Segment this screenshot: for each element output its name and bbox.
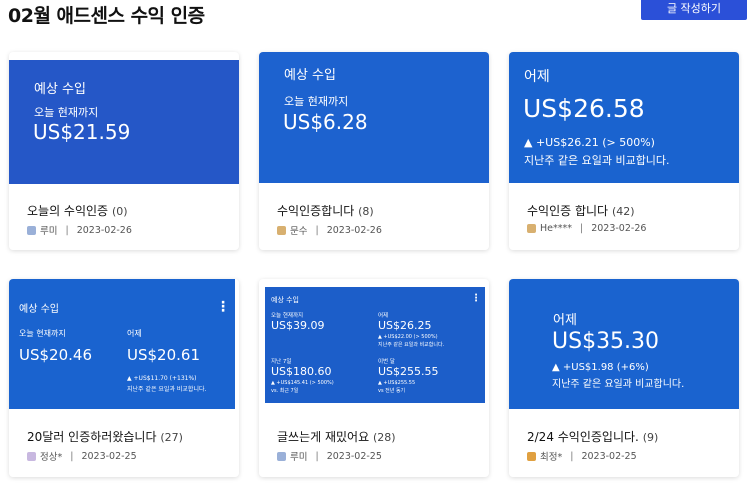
thumb-label: 예상 수입 — [19, 304, 59, 315]
post-date: 2023-02-25 — [581, 450, 637, 462]
author-avatar-icon — [527, 451, 536, 461]
comment-count: (42) — [611, 205, 635, 218]
post-thumbnail[interactable]: 예상 수입 오늘 현재까지 US$6.28 — [259, 52, 489, 183]
thumb-right-amount: US$20.61 — [127, 346, 200, 364]
thumb-q4-period: 이번 달 — [378, 359, 395, 365]
post-title-text: 수익인증합니다 — [277, 204, 355, 218]
thumb-q1-period: 오늘 현재까지 — [271, 313, 304, 319]
post-thumbnail[interactable]: 어제 US$26.58 ▲ +US$26.21 (> 500%) 지난주 같은 … — [509, 52, 739, 183]
thumb-change: ▲ +US$1.98 (+6%) — [552, 362, 649, 373]
post-meta: 정상* | 2023-02-25 — [27, 449, 137, 463]
post-date: 2023-02-25 — [326, 450, 382, 462]
comment-count: (0) — [111, 205, 128, 218]
post-thumbnail[interactable]: 예상 수입 오늘 현재까지 US$21.59 — [9, 60, 239, 184]
thumb-compare: 지난주 같은 요일과 비교합니다. — [552, 379, 685, 390]
author-avatar-icon — [277, 451, 286, 461]
thumb-q1-amount: US$39.09 — [271, 319, 325, 332]
post-meta: He**** | 2023-02-26 — [527, 223, 646, 234]
author-name: 최정* — [540, 452, 563, 463]
thumb-q4-compare: vs 전년 동기 — [378, 388, 406, 394]
thumb-amount: US$26.58 — [523, 94, 645, 123]
thumb-amount: US$35.30 — [552, 329, 660, 354]
thumb-right-compare: 지난주 같은 요일과 비교합니다. — [127, 386, 207, 393]
comment-count: (8) — [358, 205, 374, 218]
thumb-q2-change: ▲ +US$22.00 (> 500%) — [378, 334, 438, 340]
thumb-compare: 지난주 같은 요일과 비교합니다. — [524, 154, 670, 167]
post-thumbnail[interactable]: 예상 수입 ⋮ 오늘 현재까지 US$39.09 어제 US$26.25 ▲ +… — [265, 287, 485, 403]
post-thumbnail[interactable]: 예상 수입 ⋮ 오늘 현재까지 US$20.46 어제 US$20.61 ▲ +… — [9, 279, 235, 409]
author-avatar-icon — [527, 224, 536, 233]
author-name: 루미 — [290, 452, 308, 463]
thumb-label: 예상 수입 — [34, 82, 86, 97]
more-options-icon: ⋮ — [216, 299, 230, 315]
author-avatar-icon — [277, 225, 286, 235]
thumb-label: 예상 수입 — [271, 296, 299, 304]
thumb-q2-amount: US$26.25 — [378, 319, 432, 332]
thumb-change: ▲ +US$26.21 (> 500%) — [524, 136, 655, 149]
comment-count: (27) — [160, 431, 183, 444]
thumb-period: 오늘 현재까지 — [34, 106, 99, 119]
thumb-label: 어제 — [524, 69, 550, 85]
post-date: 2023-02-26 — [76, 224, 132, 236]
author-avatar-icon — [27, 451, 36, 461]
post-card[interactable]: 예상 수입 ⋮ 오늘 현재까지 US$39.09 어제 US$26.25 ▲ +… — [259, 279, 489, 477]
post-title[interactable]: 오늘의 수익인증 (0) — [27, 202, 128, 219]
post-meta: 루미 | 2023-02-25 — [277, 449, 382, 463]
thumb-q3-amount: US$180.60 — [271, 365, 332, 378]
post-date: 2023-02-26 — [591, 223, 647, 234]
comment-count: (28) — [372, 431, 396, 444]
post-thumbnail[interactable]: 어제 US$35.30 ▲ +US$1.98 (+6%) 지난주 같은 요일과 … — [509, 279, 739, 409]
post-card[interactable]: 예상 수입 오늘 현재까지 US$21.59 오늘의 수익인증 (0) 루미 |… — [9, 52, 239, 250]
post-meta: 최정* | 2023-02-25 — [527, 449, 637, 463]
thumb-right-period: 어제 — [127, 329, 142, 338]
thumb-amount: US$6.28 — [283, 110, 368, 134]
thumb-q3-change: ▲ +US$145.41 (> 500%) — [271, 380, 334, 386]
comment-count: (9) — [642, 431, 659, 444]
author-name: He**** — [540, 223, 572, 234]
post-title[interactable]: 2/24 수익인증입니다. (9) — [527, 428, 658, 445]
thumb-period: 오늘 현재까지 — [284, 95, 349, 108]
page-title: 02월 애드센스 수익 인증 — [8, 5, 205, 27]
post-title[interactable]: 수익인증합니다 (8) — [277, 202, 374, 219]
post-title-text: 2/24 수익인증입니다. — [527, 430, 639, 444]
thumb-q4-amount: US$255.55 — [378, 365, 439, 378]
post-title-text: 20달러 인증하러왔습니다 — [27, 430, 157, 444]
thumb-amount: US$21.59 — [33, 120, 131, 144]
author-avatar-icon — [27, 225, 36, 235]
post-card[interactable]: 예상 수입 ⋮ 오늘 현재까지 US$20.46 어제 US$20.61 ▲ +… — [9, 279, 239, 477]
thumb-q2-compare: 지난주 같은 요일과 비교합니다. — [378, 342, 445, 348]
post-title[interactable]: 수익인증 합니다 (42) — [527, 202, 635, 219]
thumb-right-change: ▲ +US$11.70 (+131%) — [127, 375, 197, 382]
post-card[interactable]: 어제 US$26.58 ▲ +US$26.21 (> 500%) 지난주 같은 … — [509, 52, 739, 250]
post-date: 2023-02-25 — [81, 450, 137, 462]
thumb-left-period: 오늘 현재까지 — [19, 329, 66, 338]
thumb-q4-change: ▲ +US$255.55 — [378, 380, 416, 386]
thumb-label: 어제 — [553, 313, 577, 328]
post-meta: 문수 | 2023-02-26 — [277, 223, 382, 237]
post-meta: 루미 | 2023-02-26 — [27, 223, 132, 237]
thumb-label: 예상 수입 — [284, 68, 336, 83]
thumb-left-amount: US$20.46 — [19, 346, 92, 364]
post-title-text: 글쓰는게 재밌어요 — [277, 430, 370, 444]
author-name: 문수 — [290, 226, 308, 237]
thumb-q3-compare: vs. 최근 7일 — [271, 388, 299, 394]
post-date: 2023-02-26 — [326, 224, 382, 236]
post-title-text: 수익인증 합니다 — [527, 204, 609, 218]
post-title[interactable]: 20달러 인증하러왔습니다 (27) — [27, 428, 183, 445]
thumb-q2-period: 어제 — [378, 313, 389, 319]
more-options-icon: ⋮ — [471, 293, 481, 304]
write-post-button[interactable]: 글 작성하기 — [641, 0, 747, 20]
post-title-text: 오늘의 수익인증 — [27, 204, 109, 218]
post-title[interactable]: 글쓰는게 재밌어요 (28) — [277, 428, 396, 445]
author-name: 정상* — [40, 452, 63, 463]
post-card[interactable]: 예상 수입 오늘 현재까지 US$6.28 수익인증합니다 (8) 문수 | 2… — [259, 52, 489, 250]
post-card[interactable]: 어제 US$35.30 ▲ +US$1.98 (+6%) 지난주 같은 요일과 … — [509, 279, 739, 477]
author-name: 루미 — [40, 226, 58, 237]
thumb-q3-period: 지난 7일 — [271, 359, 292, 365]
